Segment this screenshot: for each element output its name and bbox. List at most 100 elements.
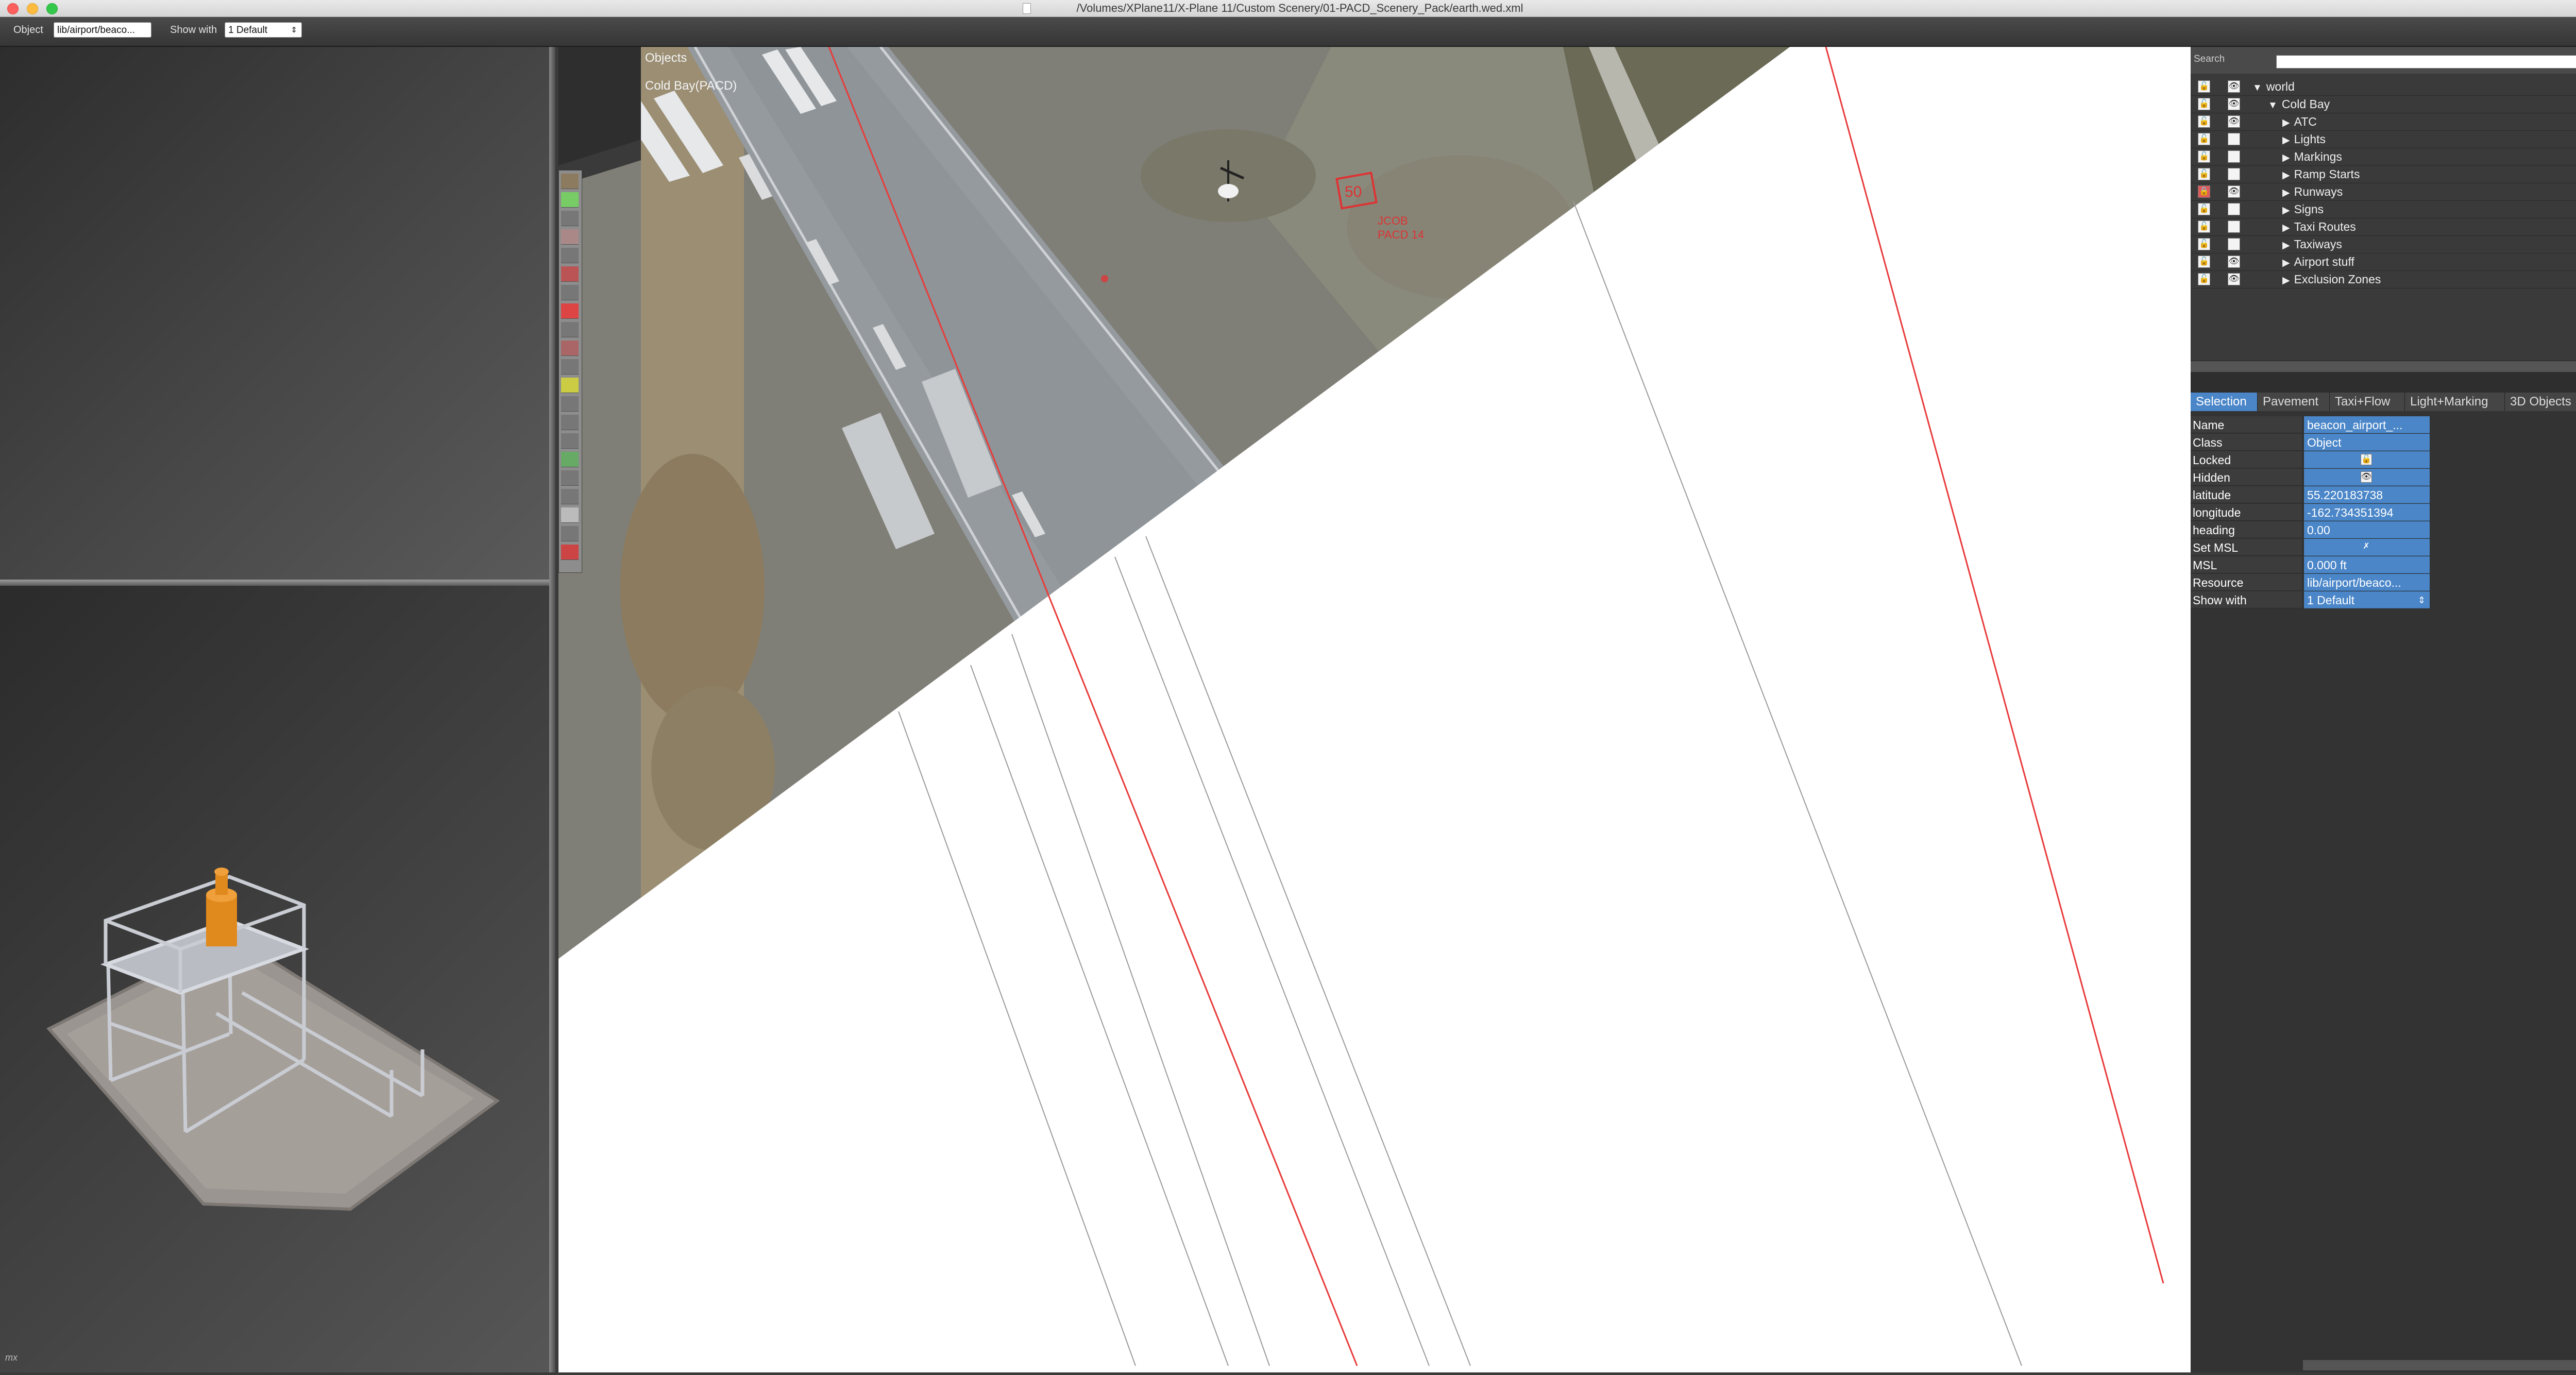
- prop-set-msl-label: Set MSL: [2191, 539, 2303, 556]
- tool-facade-icon[interactable]: [561, 507, 579, 523]
- prop-latitude-value[interactable]: 55.220183738: [2304, 486, 2430, 503]
- triangle-right-icon[interactable]: ▶: [2282, 240, 2290, 251]
- preview-splitter[interactable]: [0, 580, 549, 586]
- triangle-right-icon[interactable]: ▶: [2282, 152, 2290, 163]
- eye-icon[interactable]: 👁: [2228, 98, 2240, 110]
- eye-icon[interactable]: 👁: [2361, 471, 2372, 483]
- prop-msl-value[interactable]: 0.000 ft: [2304, 556, 2430, 573]
- tab-pavement[interactable]: Pavement: [2258, 393, 2330, 411]
- tool-beacon-icon[interactable]: [561, 433, 579, 449]
- eye-icon[interactable]: 👁: [2228, 256, 2240, 268]
- eye-icon[interactable]: 👁: [2228, 115, 2240, 128]
- lock-icon[interactable]: 🔓: [2198, 98, 2210, 110]
- lock-icon[interactable]: 🔓: [2198, 115, 2210, 128]
- tab-taxi-flow[interactable]: Taxi+Flow: [2330, 393, 2405, 411]
- triangle-right-icon[interactable]: ▶: [2282, 275, 2290, 286]
- hierarchy-row[interactable]: 🔓 ▶ Lights: [2191, 130, 2576, 148]
- hierarchy-horizontal-scrollbar[interactable]: [2191, 361, 2576, 372]
- search-input[interactable]: [2276, 55, 2576, 69]
- tool-ramp-start-icon[interactable]: [561, 470, 579, 486]
- lock-icon[interactable]: 🔓: [2198, 80, 2210, 93]
- triangle-down-icon[interactable]: ▼: [2252, 82, 2262, 93]
- checkbox-x-icon[interactable]: ✗: [2361, 541, 2372, 553]
- lock-icon[interactable]: 🔓: [2198, 150, 2210, 163]
- eye-icon[interactable]: 👁: [2228, 185, 2240, 198]
- triangle-right-icon[interactable]: ▶: [2282, 117, 2290, 128]
- eye-icon[interactable]: [2228, 133, 2240, 145]
- tool-line-icon[interactable]: [561, 359, 579, 375]
- tool-object-icon[interactable]: [561, 545, 579, 560]
- lock-icon[interactable]: 🔓: [2198, 256, 2210, 268]
- tool-taxiway-icon[interactable]: [561, 285, 579, 300]
- eye-icon[interactable]: [2228, 203, 2240, 215]
- triangle-right-icon[interactable]: ▶: [2282, 135, 2290, 146]
- triangle-right-icon[interactable]: ▶: [2282, 258, 2290, 268]
- prop-show-with-popup[interactable]: 1 Default ⇕: [2304, 591, 2430, 608]
- tool-tower-icon[interactable]: [561, 452, 579, 467]
- hierarchy-row[interactable]: 🔓 👁 ▼ Cold Bay: [2191, 95, 2576, 113]
- hierarchy-row[interactable]: 🔓 👁 ▶ Airport stuff: [2191, 253, 2576, 271]
- left-pane-splitter[interactable]: [549, 47, 555, 1372]
- eye-icon[interactable]: [2228, 150, 2240, 163]
- eye-icon[interactable]: [2228, 168, 2240, 180]
- object-path-field[interactable]: lib/airport/beaco...: [54, 22, 151, 38]
- triangle-right-icon[interactable]: ▶: [2282, 188, 2290, 198]
- lock-icon[interactable]: 🔓: [2361, 454, 2372, 465]
- hierarchy-row[interactable]: 🔒 👁 ▶ Runways: [2191, 183, 2576, 201]
- prop-longitude-value[interactable]: -162.734351394: [2304, 504, 2430, 521]
- tab-3d-objects[interactable]: 3D Objects: [2505, 393, 2576, 411]
- map-view[interactable]: 50 JCOB PACD 14 Objects Cold Bay(PACD): [558, 47, 2191, 1372]
- hierarchy-row[interactable]: 🔓 ▶ Markings: [2191, 148, 2576, 166]
- tool-boundary-icon[interactable]: [561, 322, 579, 337]
- object-3d-preview[interactable]: mx: [0, 586, 549, 1372]
- tool-runway-icon[interactable]: [561, 229, 579, 245]
- tool-marking-icon[interactable]: [561, 341, 579, 356]
- hierarchy-row[interactable]: 🔓 ▶ Taxi Routes: [2191, 218, 2576, 236]
- preview-pane-top[interactable]: [0, 47, 549, 580]
- hierarchy-row[interactable]: 🔓 ▶ Taxiways: [2191, 235, 2576, 253]
- tool-sealane-icon[interactable]: [561, 248, 579, 263]
- hierarchy-item: ▼ world: [2252, 78, 2295, 97]
- hierarchy-row[interactable]: 🔓 ▶ Signs: [2191, 200, 2576, 218]
- map-canvas[interactable]: 50 JCOB PACD 14: [558, 47, 2191, 1372]
- eye-icon[interactable]: [2228, 220, 2240, 233]
- tool-exclusion-icon[interactable]: [561, 489, 579, 504]
- sidebar-splitter[interactable]: [2191, 372, 2576, 393]
- prop-name-value[interactable]: beacon_airport_...: [2304, 416, 2430, 433]
- inspector-horizontal-scrollbar[interactable]: [2303, 1360, 2576, 1370]
- hierarchy-row[interactable]: 🔓 ▶ Ramp Starts: [2191, 165, 2576, 183]
- tool-windsock-icon[interactable]: [561, 415, 579, 430]
- hierarchy-item-label: Cold Bay: [2281, 97, 2330, 111]
- hierarchy-row[interactable]: 🔓 👁 ▶ ATC: [2191, 113, 2576, 131]
- lock-icon[interactable]: 🔓: [2198, 133, 2210, 145]
- tool-palette: [558, 170, 582, 573]
- tool-hole-icon[interactable]: [561, 303, 579, 319]
- triangle-down-icon[interactable]: ▼: [2268, 100, 2278, 111]
- eye-icon[interactable]: 👁: [2228, 80, 2240, 93]
- lock-icon[interactable]: 🔓: [2198, 238, 2210, 250]
- prop-heading-value[interactable]: 0.00: [2304, 521, 2430, 538]
- tab-light-marking[interactable]: Light+Marking: [2405, 393, 2505, 411]
- triangle-right-icon[interactable]: ▶: [2282, 223, 2290, 233]
- lock-icon[interactable]: 🔓: [2198, 220, 2210, 233]
- triangle-right-icon[interactable]: ▶: [2282, 170, 2290, 181]
- show-with-popup[interactable]: 1 Default ⇕: [225, 22, 302, 38]
- hierarchy-row[interactable]: 🔓 👁 ▼ world: [2191, 78, 2576, 96]
- hierarchy-row[interactable]: 🔓 👁 ▶ Exclusion Zones: [2191, 270, 2576, 288]
- eye-icon[interactable]: 👁: [2228, 273, 2240, 285]
- lock-icon[interactable]: 🔓: [2198, 168, 2210, 180]
- tool-vertex-icon[interactable]: [561, 192, 579, 208]
- tool-sign-icon[interactable]: [561, 396, 579, 412]
- lock-icon[interactable]: 🔓: [2198, 273, 2210, 285]
- tool-rotate-icon[interactable]: [561, 211, 579, 226]
- prop-resource-value[interactable]: lib/airport/beaco...: [2304, 574, 2430, 591]
- triangle-right-icon[interactable]: ▶: [2282, 205, 2290, 216]
- tool-marquee-icon[interactable]: [561, 174, 579, 189]
- lock-icon[interactable]: 🔒: [2198, 185, 2210, 198]
- eye-icon[interactable]: [2228, 238, 2240, 250]
- tab-selection[interactable]: Selection: [2191, 393, 2258, 411]
- tool-helipad-icon[interactable]: [561, 266, 579, 282]
- tool-forest-icon[interactable]: [561, 526, 579, 541]
- lock-icon[interactable]: 🔓: [2198, 203, 2210, 215]
- tool-light-icon[interactable]: [561, 378, 579, 393]
